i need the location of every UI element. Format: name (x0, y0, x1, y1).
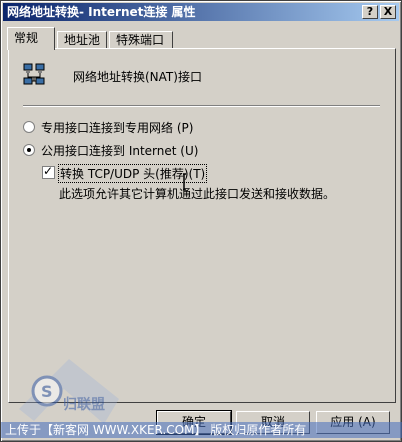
svg-text:S: S (41, 382, 53, 401)
help-button[interactable]: ? (362, 5, 378, 19)
close-button[interactable]: X (380, 5, 396, 19)
watermark-banner: 上传于【新客网 WWW.XKER.COM】 版权归原作者所有 (1, 422, 402, 438)
public-internet-radio[interactable] (23, 144, 35, 156)
translate-description: 此选项允许其它计算机通过此接口发送和接收数据。 (59, 187, 336, 201)
title-bar[interactable]: 网络地址转换- Internet连接 属性 ? X (3, 3, 399, 21)
tab-special-ports[interactable]: 特殊端口 (109, 31, 173, 49)
private-network-radio[interactable] (23, 121, 35, 133)
network-computers-icon (23, 63, 45, 85)
svg-text:归联盟: 归联盟 (63, 396, 105, 413)
tab-general[interactable]: 常规 (7, 27, 55, 50)
window-title: 网络地址转换- Internet连接 属性 (7, 5, 196, 19)
properties-dialog: 网络地址转换- Internet连接 属性 ? X 常规 地址池 特殊端口 网络… (0, 0, 402, 442)
watermark-logo: S 归联盟 (19, 359, 119, 424)
tab-address-pool[interactable]: 地址池 (57, 31, 107, 49)
private-network-label[interactable]: 专用接口连接到专用网络 (P) (41, 119, 193, 136)
translate-header-checkbox[interactable]: ✓ (42, 164, 55, 179)
mouse-cursor-icon (183, 173, 186, 191)
separator (23, 105, 380, 107)
public-internet-label[interactable]: 公用接口连接到 Internet (U) (41, 142, 198, 159)
interface-title: 网络地址转换(NAT)接口 (73, 70, 202, 84)
